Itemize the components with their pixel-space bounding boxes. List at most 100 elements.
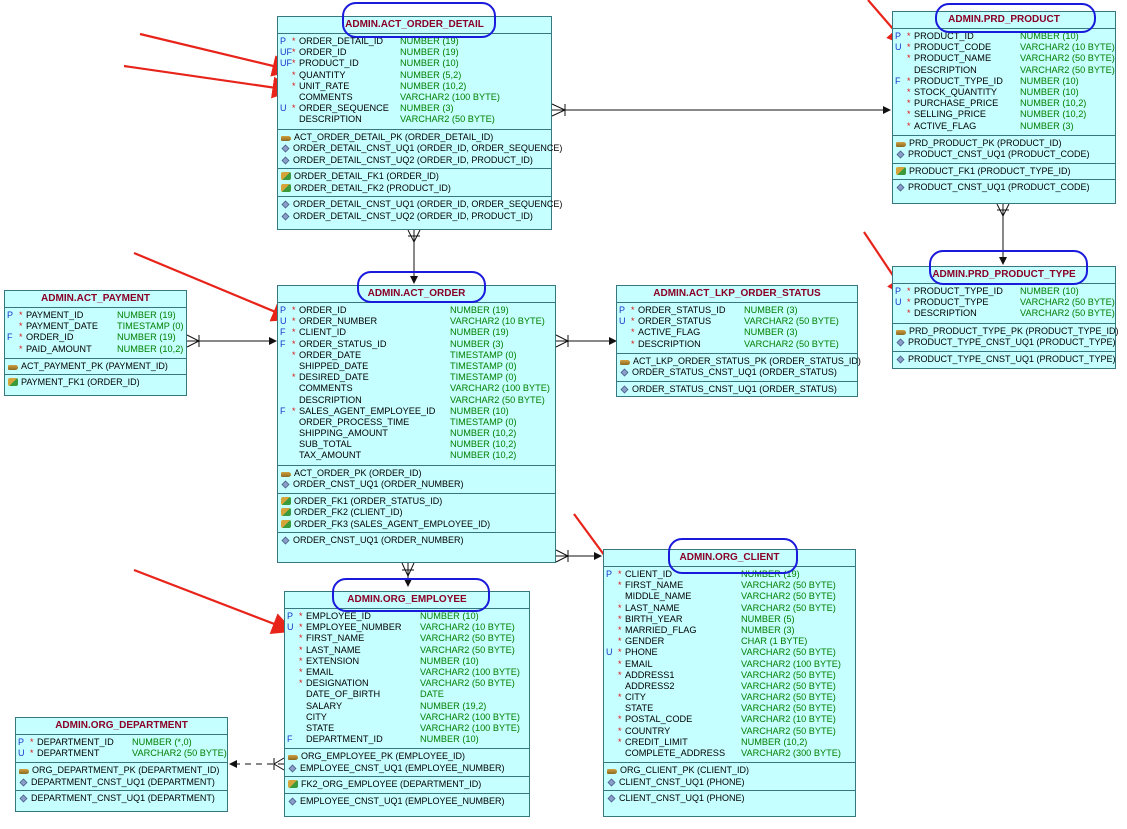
constraint-row[interactable]: ACT_PAYMENT_PK (PAYMENT_ID) (5, 361, 186, 373)
column-row[interactable]: F * PRODUCT_TYPE_ID NUMBER (10) (893, 76, 1115, 87)
column-row[interactable]: CITY VARCHAR2 (100 BYTE) (285, 712, 529, 723)
constraint-row[interactable]: PRD_PRODUCT_TYPE_PK (PRODUCT_TYPE_ID) (893, 326, 1119, 338)
constraint-row[interactable]: ORDER_CNST_UQ1 (ORDER_NUMBER) (278, 535, 555, 547)
column-row[interactable]: U * ORDER_STATUS VARCHAR2 (50 BYTE) (617, 316, 857, 327)
column-row[interactable]: F * CLIENT_ID NUMBER (19) (278, 327, 555, 338)
table-org-employee[interactable]: ADMIN.ORG_EMPLOYEE P * EMPLOYEE_ID NUMBER (1… (284, 591, 530, 817)
table-act-order-detail[interactable]: ADMIN.ACT_ORDER_DETAIL P * ORDER_DETAIL_ID N… (277, 16, 562, 230)
column-row[interactable]: P * EMPLOYEE_ID NUMBER (10) (285, 611, 529, 622)
constraint-row[interactable]: PRODUCT_CNST_UQ1 (PRODUCT_CODE) (893, 182, 1115, 194)
column-row[interactable]: COMMENTS VARCHAR2 (100 BYTE) (278, 383, 555, 394)
column-row[interactable]: TAX_AMOUNT NUMBER (10,2) (278, 450, 555, 461)
constraint-row[interactable]: ORDER_FK3 (SALES_AGENT_EMPLOYEE_ID) (278, 519, 555, 531)
constraint-row[interactable]: ORDER_DETAIL_CNST_UQ2 (ORDER_ID, PRODUCT… (278, 155, 551, 167)
constraint-row[interactable]: ORDER_DETAIL_FK1 (ORDER_ID) (278, 171, 551, 183)
constraint-row[interactable]: ORDER_DETAIL_CNST_UQ2 (ORDER_ID, PRODUCT… (278, 211, 551, 223)
column-row[interactable]: * QUANTITY NUMBER (5,2) (278, 70, 551, 81)
column-row[interactable]: U * EMPLOYEE_NUMBER VARCHAR2 (10 BYTE) (285, 622, 529, 633)
column-row[interactable]: * PRODUCT_NAME VARCHAR2 (50 BYTE) (893, 53, 1115, 64)
column-row[interactable]: P * PAYMENT_ID NUMBER (19) (5, 310, 186, 321)
column-row[interactable]: F * SALES_AGENT_EMPLOYEE_ID NUMBER (10) (278, 406, 555, 417)
column-row[interactable]: SHIPPED_DATE TIMESTAMP (0) (278, 361, 555, 372)
constraint-row[interactable]: EMPLOYEE_CNST_UQ1 (EMPLOYEE_NUMBER) (285, 763, 529, 775)
column-row[interactable]: * CITY VARCHAR2 (50 BYTE) (604, 692, 855, 703)
constraint-row[interactable]: DEPARTMENT_CNST_UQ1 (DEPARTMENT) (16, 793, 227, 805)
constraint-row[interactable]: ORDER_DETAIL_FK2 (PRODUCT_ID) (278, 183, 551, 195)
column-row[interactable]: * DESIGNATION VARCHAR2 (50 BYTE) (285, 678, 529, 689)
column-row[interactable]: * CREDIT_LIMIT NUMBER (10,2) (604, 737, 855, 748)
column-row[interactable]: * COUNTRY VARCHAR2 (50 BYTE) (604, 726, 855, 737)
column-row[interactable]: U * PRODUCT_CODE VARCHAR2 (10 BYTE) (893, 42, 1115, 53)
constraint-row[interactable]: ORG_DEPARTMENT_PK (DEPARTMENT_ID) (16, 765, 227, 777)
constraint-row[interactable]: ORDER_STATUS_CNST_UQ1 (ORDER_STATUS) (617, 384, 857, 396)
table-org-client[interactable]: ADMIN.ORG_CLIENT P * CLIENT_ID NUMBER (19) * F… (603, 549, 856, 817)
constraint-row[interactable]: ORDER_DETAIL_CNST_UQ1 (ORDER_ID, ORDER_S… (278, 199, 562, 211)
column-row[interactable]: MIDDLE_NAME VARCHAR2 (50 BYTE) (604, 591, 855, 602)
column-row[interactable]: ORDER_PROCESS_TIME TIMESTAMP (0) (278, 417, 555, 428)
column-row[interactable]: P * DEPARTMENT_ID NUMBER (*,0) (16, 737, 227, 748)
constraint-row[interactable]: ACT_LKP_ORDER_STATUS_PK (ORDER_STATUS_ID… (617, 356, 861, 368)
table-act-lkp-order-status[interactable]: ADMIN.ACT_LKP_ORDER_STATUS P * ORDER_STATUS… (616, 285, 861, 397)
column-row[interactable]: COMMENTS VARCHAR2 (100 BYTE) (278, 92, 551, 103)
column-row[interactable]: * ADDRESS1 VARCHAR2 (50 BYTE) (604, 670, 855, 681)
column-row[interactable]: U * DEPARTMENT VARCHAR2 (50 BYTE) (16, 748, 227, 759)
column-row[interactable]: P * ORDER_ID NUMBER (19) (278, 305, 555, 316)
column-row[interactable]: * ORDER_DATE TIMESTAMP (0) (278, 350, 555, 361)
column-row[interactable]: * POSTAL_CODE VARCHAR2 (10 BYTE) (604, 714, 855, 725)
column-row[interactable]: COMPLETE_ADDRESS VARCHAR2 (300 BYTE) (604, 748, 855, 759)
constraint-row[interactable]: ORG_CLIENT_PK (CLIENT_ID) (604, 765, 855, 777)
table-act-payment[interactable]: ADMIN.ACT_PAYMENT P * PAYMENT_ID NUMBER (19)… (4, 290, 187, 396)
column-row[interactable]: * BIRTH_YEAR NUMBER (5) (604, 614, 855, 625)
column-row[interactable]: * LAST_NAME VARCHAR2 (50 BYTE) (604, 603, 855, 614)
column-row[interactable]: * DESCRIPTION VARCHAR2 (50 BYTE) (617, 339, 857, 350)
column-row[interactable]: * FIRST_NAME VARCHAR2 (50 BYTE) (604, 580, 855, 591)
table-act-order[interactable]: ADMIN.ACT_ORDER P * ORDER_ID NUMBER (19) U * OR… (277, 285, 556, 563)
constraint-row[interactable]: ORDER_CNST_UQ1 (ORDER_NUMBER) (278, 479, 555, 491)
constraint-row[interactable]: PRODUCT_CNST_UQ1 (PRODUCT_CODE) (893, 149, 1115, 161)
constraint-row[interactable]: ORG_EMPLOYEE_PK (EMPLOYEE_ID) (285, 751, 529, 763)
column-row[interactable]: P * ORDER_STATUS_ID NUMBER (3) (617, 305, 857, 316)
column-row[interactable]: * SELLING_PRICE NUMBER (10,2) (893, 109, 1115, 120)
column-row[interactable]: * ACTIVE_FLAG NUMBER (3) (617, 327, 857, 338)
column-row[interactable]: * EMAIL VARCHAR2 (100 BYTE) (285, 667, 529, 678)
column-row[interactable]: * STOCK_QUANTITY NUMBER (10) (893, 87, 1115, 98)
column-row[interactable]: * DESCRIPTION VARCHAR2 (50 BYTE) (893, 308, 1115, 319)
column-row[interactable]: DESCRIPTION VARCHAR2 (50 BYTE) (278, 395, 555, 406)
column-row[interactable]: DESCRIPTION VARCHAR2 (50 BYTE) (278, 114, 551, 125)
column-row[interactable]: STATE VARCHAR2 (50 BYTE) (604, 703, 855, 714)
constraint-row[interactable]: EMPLOYEE_CNST_UQ1 (EMPLOYEE_NUMBER) (285, 796, 529, 808)
column-row[interactable]: * LAST_NAME VARCHAR2 (50 BYTE) (285, 645, 529, 656)
constraint-row[interactable]: PRD_PRODUCT_PK (PRODUCT_ID) (893, 138, 1115, 150)
constraint-row[interactable]: FK2_ORG_EMPLOYEE (DEPARTMENT_ID) (285, 779, 529, 791)
constraint-row[interactable]: ORDER_STATUS_CNST_UQ1 (ORDER_STATUS) (617, 367, 857, 379)
column-row[interactable]: * EXTENSION NUMBER (10) (285, 656, 529, 667)
column-row[interactable]: U * PHONE VARCHAR2 (50 BYTE) (604, 647, 855, 658)
column-row[interactable]: SALARY NUMBER (19,2) (285, 701, 529, 712)
column-row[interactable]: U * ORDER_SEQUENCE NUMBER (3) (278, 103, 551, 114)
column-row[interactable]: * GENDER CHAR (1 BYTE) (604, 636, 855, 647)
constraint-row[interactable]: ORDER_FK2 (CLIENT_ID) (278, 507, 555, 519)
constraint-row[interactable]: PAYMENT_FK1 (ORDER_ID) (5, 377, 186, 389)
column-row[interactable]: P * PRODUCT_TYPE_ID NUMBER (10) (893, 286, 1115, 297)
column-row[interactable]: F * ORDER_STATUS_ID NUMBER (3) (278, 339, 555, 350)
column-row[interactable]: * FIRST_NAME VARCHAR2 (50 BYTE) (285, 633, 529, 644)
column-row[interactable]: SUB_TOTAL NUMBER (10,2) (278, 439, 555, 450)
column-row[interactable]: DATE_OF_BIRTH DATE (285, 689, 529, 700)
column-row[interactable]: * EMAIL VARCHAR2 (100 BYTE) (604, 659, 855, 670)
constraint-row[interactable]: PRODUCT_FK1 (PRODUCT_TYPE_ID) (893, 166, 1115, 178)
column-row[interactable]: F * ORDER_ID NUMBER (19) (5, 332, 186, 343)
constraint-row[interactable]: ACT_ORDER_PK (ORDER_ID) (278, 468, 555, 480)
column-row[interactable]: * PURCHASE_PRICE NUMBER (10,2) (893, 98, 1115, 109)
table-prd-product[interactable]: ADMIN.PRD_PRODUCT P * PRODUCT_ID NUMBER (10)… (892, 11, 1116, 204)
constraint-row[interactable]: CLIENT_CNST_UQ1 (PHONE) (604, 793, 855, 805)
column-row[interactable]: * ACTIVE_FLAG NUMBER (3) (893, 121, 1115, 132)
constraint-row[interactable]: DEPARTMENT_CNST_UQ1 (DEPARTMENT) (16, 777, 227, 789)
column-row[interactable]: STATE VARCHAR2 (100 BYTE) (285, 723, 529, 734)
column-row[interactable]: U * PRODUCT_TYPE VARCHAR2 (50 BYTE) (893, 297, 1115, 308)
constraint-row[interactable]: PRODUCT_TYPE_CNST_UQ1 (PRODUCT_TYPE) (893, 337, 1116, 349)
column-row[interactable]: SHIPPING_AMOUNT NUMBER (10,2) (278, 428, 555, 439)
column-row[interactable]: * PAYMENT_DATE TIMESTAMP (0) (5, 321, 186, 332)
column-row[interactable]: DESCRIPTION VARCHAR2 (50 BYTE) (893, 65, 1115, 76)
column-row[interactable]: ADDRESS2 VARCHAR2 (50 BYTE) (604, 681, 855, 692)
constraint-row[interactable]: PRODUCT_TYPE_CNST_UQ1 (PRODUCT_TYPE) (893, 354, 1116, 366)
